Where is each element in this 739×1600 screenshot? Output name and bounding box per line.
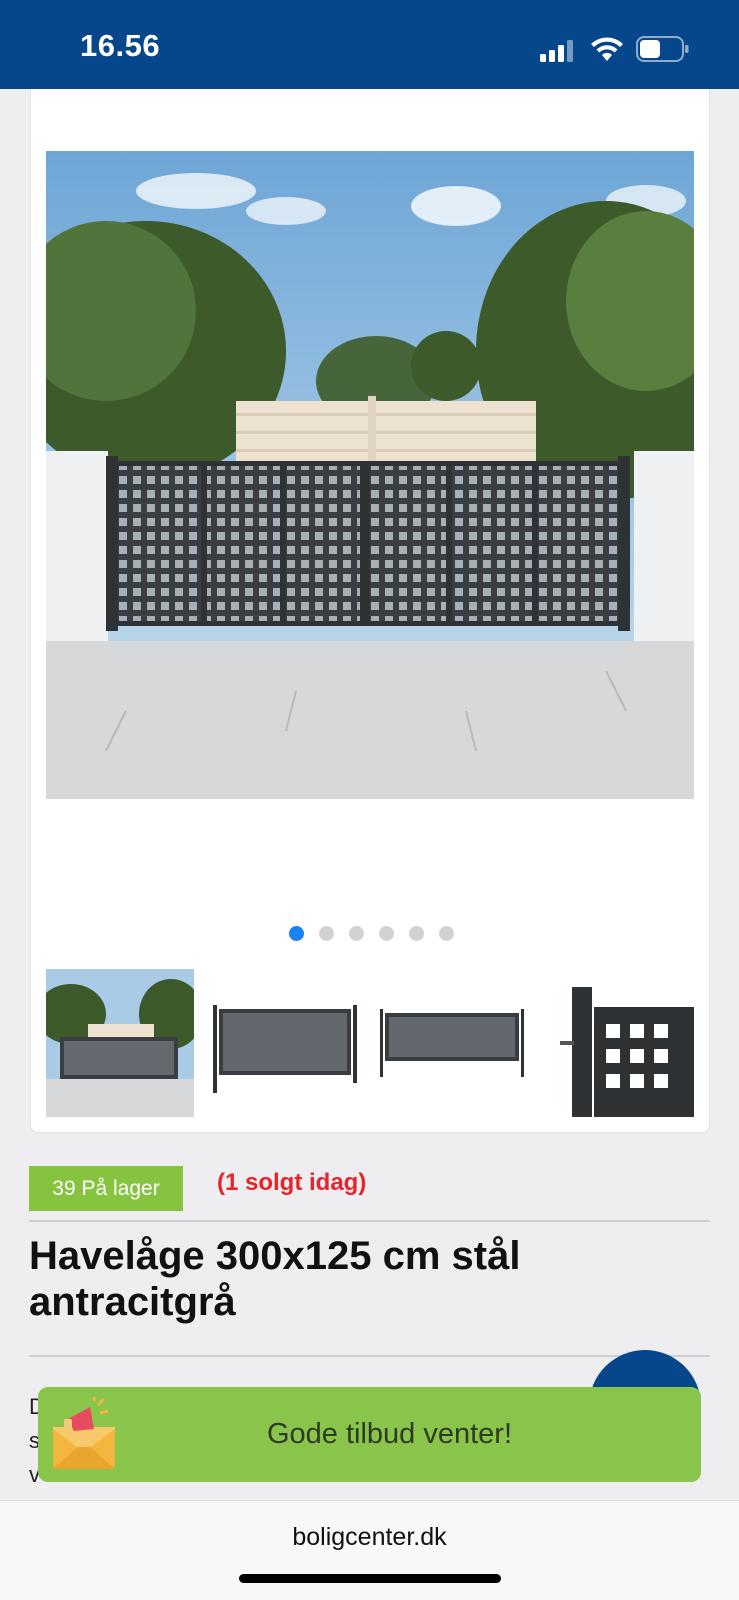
gallery-dot[interactable] <box>408 926 424 941</box>
promo-text: Gode tilbud venter! <box>266 1418 513 1450</box>
gallery-dot[interactable] <box>318 926 334 941</box>
sold-today-label: (1 solgt idag) <box>217 1169 367 1196</box>
thumbnail-3[interactable] <box>380 969 528 1117</box>
gallery-dot[interactable] <box>348 926 364 941</box>
promo-banner[interactable]: Gode tilbud venter! <box>38 1387 701 1482</box>
product-title: Havelåge 300x125 cm stål antracitgrå <box>29 1234 521 1324</box>
battery-icon <box>636 36 689 62</box>
main-product-image[interactable] <box>46 151 694 799</box>
gallery-pagination <box>31 926 711 944</box>
gallery-dot[interactable] <box>378 926 394 941</box>
status-time: 16.56 <box>80 28 161 63</box>
home-indicator[interactable] <box>239 1574 501 1583</box>
thumbnail-strip <box>46 969 694 1117</box>
thumbnail-1[interactable] <box>46 969 194 1117</box>
wifi-icon <box>591 37 623 61</box>
url-label[interactable]: boligcenter.dk <box>0 1523 739 1552</box>
thumbnail-4[interactable] <box>546 969 694 1117</box>
signal-icon <box>540 38 578 62</box>
browser-address-bar: boligcenter.dk <box>0 1500 739 1600</box>
gallery-dot[interactable] <box>438 926 454 941</box>
thumbnail-2[interactable] <box>213 969 361 1117</box>
divider <box>29 1355 710 1357</box>
product-gallery <box>30 89 710 1133</box>
stock-badge: 39 På lager <box>29 1166 183 1211</box>
divider <box>29 1220 710 1222</box>
status-bar: 16.56 <box>0 0 739 89</box>
gallery-dot[interactable] <box>288 926 304 941</box>
